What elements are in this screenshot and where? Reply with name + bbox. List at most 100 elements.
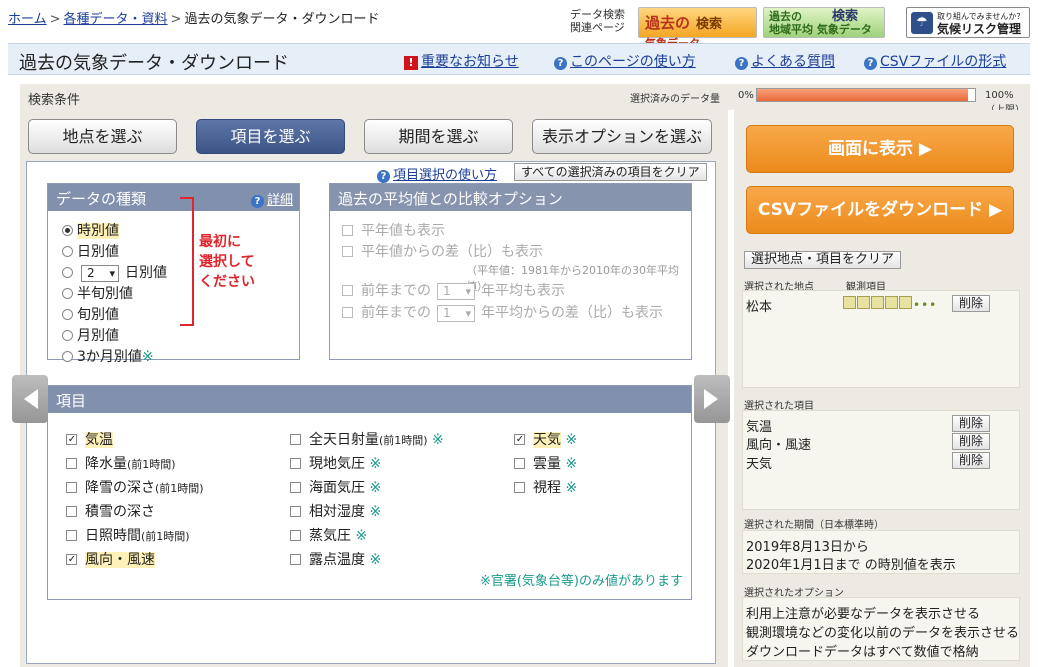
item-help-link-wrap[interactable]: ? 項目選択の使い方: [377, 164, 497, 183]
checkbox[interactable]: [514, 458, 525, 469]
radio-button[interactable]: [62, 225, 73, 236]
checkbox[interactable]: [66, 554, 77, 565]
radio-button[interactable]: [62, 288, 73, 299]
checkbox[interactable]: [342, 285, 353, 296]
previous-step-arrow[interactable]: [12, 375, 48, 423]
item-help-link[interactable]: 項目選択の使い方: [393, 168, 497, 183]
faq-link-wrap[interactable]: ? よくある質問: [735, 51, 835, 71]
tab-display-options[interactable]: 表示オプションを選ぶ: [532, 119, 712, 154]
checkbox[interactable]: [290, 530, 301, 541]
item-visibility[interactable]: 視程 ※: [514, 477, 577, 497]
radio-button[interactable]: [62, 351, 73, 362]
data-type-detail-link[interactable]: 詳細: [267, 193, 293, 208]
option-line: 観測環境などの変化以前のデータを表示させる: [746, 626, 1020, 641]
area-average-data-search-banner[interactable]: 過去の 検索 地域平均 気象データ: [763, 7, 885, 38]
checkbox[interactable]: [290, 554, 301, 565]
checkbox[interactable]: [342, 307, 353, 318]
howto-link[interactable]: このページの使い方: [570, 54, 696, 70]
radio-monthly[interactable]: 月別値: [62, 325, 119, 345]
compare-options-header: 過去の平均値との比較オプション: [330, 184, 691, 211]
item-wind[interactable]: 風向・風速: [66, 549, 155, 569]
checkbox[interactable]: [342, 246, 353, 257]
checkbox[interactable]: [66, 530, 77, 541]
howto-link-wrap[interactable]: ? このページの使い方: [554, 51, 696, 71]
item-snowfall-depth[interactable]: 降雪の深さ(前1時間): [66, 477, 204, 497]
selected-item: 天気: [746, 457, 773, 472]
prior-year-diff-option[interactable]: 前年までの 1 年平均からの差（比）も表示: [342, 302, 663, 322]
checkbox[interactable]: [514, 434, 525, 445]
item-label: 積雪の深さ: [85, 504, 155, 520]
radio-hourly[interactable]: 時別値: [62, 220, 119, 240]
radio-daily[interactable]: 日別値: [62, 241, 119, 261]
tab-select-items[interactable]: 項目を選ぶ: [196, 119, 345, 154]
delete-item-button[interactable]: 削除: [952, 415, 991, 432]
csv-format-link-wrap[interactable]: ? CSVファイルの形式: [864, 51, 1006, 71]
item-temperature[interactable]: 気温: [66, 429, 113, 449]
checkbox[interactable]: [290, 482, 301, 493]
item-station-pressure[interactable]: 現地気圧 ※: [290, 453, 381, 473]
option-label: 年平均も表示: [481, 283, 565, 299]
checkbox[interactable]: [66, 506, 77, 517]
item-relative-humidity[interactable]: 相対湿度 ※: [290, 501, 381, 521]
item-vapor-pressure[interactable]: 蒸気圧 ※: [290, 525, 367, 545]
checkbox[interactable]: [290, 434, 301, 445]
checkbox[interactable]: [342, 225, 353, 236]
show-normal-option[interactable]: 平年値も表示: [342, 220, 445, 240]
clear-all-selected-button[interactable]: すべての選択済みの項目をクリア: [514, 163, 707, 181]
item-solar-radiation[interactable]: 全天日射量(前1時間) ※: [290, 429, 444, 449]
item-weather[interactable]: 天気 ※: [514, 429, 577, 449]
prior-years-diff-select[interactable]: 1: [437, 305, 475, 322]
checkbox[interactable]: [66, 458, 77, 469]
radio-button[interactable]: [62, 330, 73, 341]
items-box: 項目 気温 降水量(前1時間) 降雪の深さ(前1時間) 積雪の深さ 日照時間(前…: [47, 385, 692, 600]
delete-item-button[interactable]: 削除: [952, 452, 991, 469]
radio-button[interactable]: [62, 246, 73, 257]
climate-risk-banner[interactable]: ☂ 取り組んでみませんか？ 気候リスク管理: [906, 7, 1030, 38]
checkbox[interactable]: [66, 434, 77, 445]
precipitation-icon: [843, 296, 856, 309]
show-on-screen-button[interactable]: 画面に表示 ▶: [746, 125, 1014, 173]
radio-button[interactable]: [62, 309, 73, 320]
delete-station-button[interactable]: 削除: [952, 295, 991, 312]
item-snow-depth[interactable]: 積雪の深さ: [66, 501, 155, 521]
csv-format-link[interactable]: CSVファイルの形式: [880, 54, 1006, 70]
item-sunshine-duration[interactable]: 日照時間(前1時間): [66, 525, 190, 545]
item-dew-point[interactable]: 露点温度 ※: [290, 549, 381, 569]
past-weather-data-search-banner[interactable]: 過去の検索 気象データ: [638, 7, 757, 50]
red-note-line: 最初に: [199, 234, 241, 250]
checkbox[interactable]: [290, 506, 301, 517]
prior-year-average-option[interactable]: 前年までの 1 年平均も表示: [342, 280, 565, 300]
tab-select-station[interactable]: 地点を選ぶ: [28, 119, 177, 154]
help-icon: ?: [864, 57, 877, 70]
select-first-note: 最初に 選択して ください: [199, 232, 255, 292]
breadcrumb-current: 過去の気象データ・ダウンロード: [184, 12, 380, 27]
item-suffix: (前1時間): [379, 434, 428, 447]
item-sea-level-pressure[interactable]: 海面気圧 ※: [290, 477, 381, 497]
breadcrumb-data-link[interactable]: 各種データ・資料: [64, 12, 168, 27]
radio-n-day[interactable]: 2 日別値: [62, 262, 167, 282]
radio-button[interactable]: [62, 267, 73, 278]
notice-link[interactable]: 重要なお知らせ: [421, 54, 519, 70]
radio-half-decade[interactable]: 半旬別値: [62, 283, 133, 303]
breadcrumb-separator: >: [170, 12, 182, 27]
clear-station-items-button[interactable]: 選択地点・項目をクリア: [744, 251, 902, 269]
checkbox[interactable]: [290, 458, 301, 469]
checkbox[interactable]: [514, 482, 525, 493]
radio-three-month[interactable]: 3か月別値※: [62, 346, 154, 366]
tab-select-period[interactable]: 期間を選ぶ: [364, 119, 513, 154]
csv-download-button[interactable]: CSVファイルをダウンロード ▶: [746, 186, 1014, 234]
data-type-detail-wrap[interactable]: ? 詳細: [250, 189, 293, 208]
notice-link-wrap[interactable]: ! 重要なお知らせ: [404, 51, 519, 71]
sunshine-icon: [871, 296, 884, 309]
checkbox[interactable]: [66, 482, 77, 493]
item-precipitation[interactable]: 降水量(前1時間): [66, 453, 176, 473]
breadcrumb-home-link[interactable]: ホーム: [8, 12, 47, 27]
delete-item-button[interactable]: 削除: [952, 433, 991, 450]
days-select[interactable]: 2: [81, 265, 119, 282]
next-step-arrow[interactable]: [694, 375, 730, 423]
show-normal-diff-option[interactable]: 平年値からの差（比）も表示: [342, 241, 543, 261]
prior-years-select[interactable]: 1: [437, 283, 475, 300]
item-cloud-cover[interactable]: 雲量 ※: [514, 453, 577, 473]
faq-link[interactable]: よくある質問: [751, 54, 835, 70]
radio-decade[interactable]: 旬別値: [62, 304, 119, 324]
